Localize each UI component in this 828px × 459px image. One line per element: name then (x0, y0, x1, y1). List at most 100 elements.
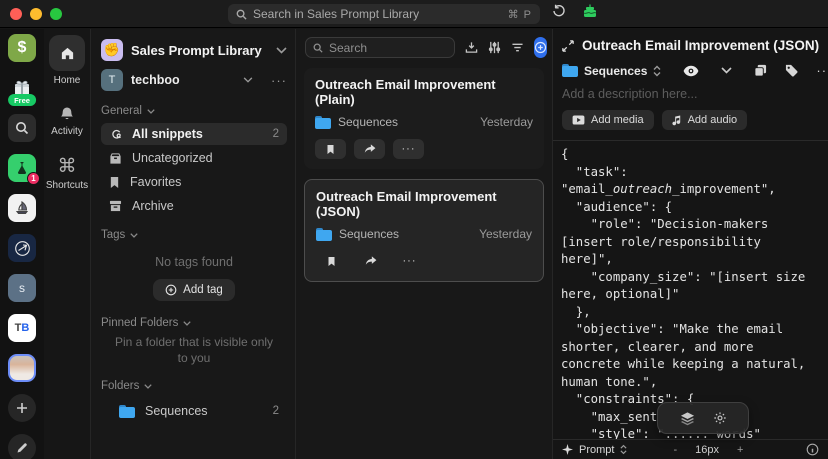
add-audio-button[interactable]: Add audio (662, 110, 748, 130)
snippet-type-value: Prompt (579, 444, 614, 456)
detail-more-button[interactable]: ··· (816, 63, 828, 78)
command-icon: ⌘ (58, 156, 77, 177)
no-tags-message: No tags found (101, 255, 287, 269)
settings-gear-icon[interactable] (713, 411, 727, 425)
sidebar-item-uncategorized[interactable]: Uncategorized (101, 147, 287, 169)
font-size-decrease-button[interactable]: - (673, 444, 677, 456)
sailboat-icon (14, 200, 30, 216)
sort-icon[interactable] (511, 42, 524, 53)
snippet-date: Yesterday (480, 115, 533, 129)
history-undo-icon[interactable] (552, 4, 566, 18)
add-snippet-button[interactable] (534, 37, 547, 58)
add-audio-label: Add audio (688, 114, 738, 126)
rail-app-s[interactable]: s (8, 274, 36, 302)
rail-app-tb[interactable]: TB (8, 314, 36, 342)
ellipsis-icon: ··· (403, 255, 417, 267)
share-button[interactable] (354, 139, 385, 159)
prompt-code-editor[interactable]: { "task": "email_outreach_improvement", … (553, 140, 828, 439)
list-search-input[interactable] (329, 41, 447, 55)
library-icon: ✊ (101, 39, 123, 61)
rail-app-lab[interactable]: 1 (8, 154, 36, 182)
section-tags[interactable]: Tags (101, 229, 287, 241)
more-button[interactable]: ··· (394, 251, 425, 271)
folder-name: Sequences (145, 404, 263, 418)
snippet-card-plain[interactable]: Outreach Email Improvement (Plain) Seque… (304, 68, 544, 169)
code-line: here]", (561, 251, 820, 269)
section-general[interactable]: General (101, 105, 287, 117)
global-search[interactable]: ⌘ P (228, 4, 540, 24)
rail-search-button[interactable] (8, 114, 36, 142)
folder-icon (315, 116, 331, 129)
nav-shortcuts-button[interactable]: ⌘ (58, 157, 77, 176)
close-window-button[interactable] (10, 8, 22, 20)
sidebar-item-favorites[interactable]: Favorites (101, 171, 287, 193)
layers-icon[interactable] (680, 411, 695, 426)
unfold-icon (653, 65, 661, 77)
sidebar-item-archive[interactable]: Archive (101, 195, 287, 217)
titlebar: ⌘ P (0, 0, 828, 28)
add-app-button[interactable] (8, 394, 36, 422)
font-size-increase-button[interactable]: + (737, 444, 743, 456)
user-avatar[interactable] (8, 354, 36, 382)
sidebar-item-all-snippets[interactable]: All snippets 2 (101, 123, 287, 145)
library-switcher[interactable]: ✊ Sales Prompt Library (101, 37, 287, 63)
snippet-card-json[interactable]: Outreach Email Improvement (JSON) Sequen… (304, 179, 544, 282)
global-search-input[interactable] (253, 7, 502, 21)
folder-select[interactable]: Sequences (562, 64, 661, 78)
rail-app-gift[interactable]: Free (8, 74, 36, 102)
code-line: "company_size": "[insert size (561, 269, 820, 287)
more-button[interactable]: ··· (393, 139, 424, 159)
nav-shortcuts-label: Shortcuts (46, 180, 88, 191)
item-label: All snippets (132, 127, 263, 141)
bookmark-button[interactable] (316, 251, 347, 271)
chevron-down-icon (130, 233, 138, 238)
chevron-down-icon[interactable] (243, 77, 253, 83)
snippet-type-select[interactable]: Prompt (562, 444, 627, 456)
tag-icon[interactable] (785, 64, 798, 77)
edit-rail-button[interactable] (8, 434, 36, 459)
code-line: "role": "Decision-makers (561, 216, 820, 234)
share-icon (364, 144, 376, 154)
bookmark-button[interactable] (315, 139, 346, 159)
unfold-icon (620, 444, 627, 455)
pin-folder-hint: Pin a folder that is visible only to you (109, 335, 279, 366)
sidebar-folder-sequences[interactable]: Sequences 2 (101, 400, 287, 422)
nav-activity-button[interactable] (59, 106, 75, 122)
zoom-window-button[interactable] (50, 8, 62, 20)
info-icon[interactable] (806, 443, 819, 456)
plus-circle-icon (165, 284, 177, 296)
rail-app-travel[interactable] (8, 234, 36, 262)
folders-label: Folders (101, 380, 139, 392)
cake-icon[interactable] (582, 4, 598, 18)
minimize-window-button[interactable] (30, 8, 42, 20)
rail-app-boat[interactable] (8, 194, 36, 222)
library-sidebar: ✊ Sales Prompt Library T techboo ··· Gen… (90, 29, 295, 459)
expand-icon[interactable] (562, 40, 574, 52)
share-button[interactable] (355, 251, 386, 271)
snippet-list-panel: Outreach Email Improvement (Plain) Seque… (295, 29, 552, 459)
search-icon (15, 121, 29, 135)
add-media-label: Add media (591, 114, 644, 126)
visibility-eye-icon[interactable] (683, 65, 699, 77)
search-icon (313, 43, 323, 53)
workspace-name: techboo (131, 73, 235, 87)
list-search[interactable] (305, 37, 455, 58)
snippet-title: Outreach Email Improvement (JSON) (316, 189, 532, 219)
copy-icon[interactable] (754, 64, 767, 77)
nav-home-button[interactable] (49, 35, 85, 71)
code-line: { (561, 146, 820, 164)
import-icon[interactable] (465, 41, 478, 54)
add-tag-button[interactable]: Add tag (153, 279, 235, 301)
filter-sliders-icon[interactable] (488, 41, 501, 54)
add-media-button[interactable]: Add media (562, 110, 654, 130)
chevron-down-icon[interactable] (276, 47, 287, 54)
description-placeholder[interactable]: Add a description here... (562, 87, 819, 101)
rail-app-dollar[interactable]: $ (8, 34, 36, 62)
section-pinned-folders[interactable]: Pinned Folders (101, 317, 287, 329)
nav-home-label: Home (54, 75, 81, 86)
section-folders[interactable]: Folders (101, 380, 287, 392)
workspace-more-button[interactable]: ··· (271, 73, 287, 88)
editor-floating-toolbar (657, 402, 749, 434)
workspace-switcher[interactable]: T techboo ··· (101, 67, 287, 93)
chevron-down-icon[interactable] (721, 67, 732, 74)
